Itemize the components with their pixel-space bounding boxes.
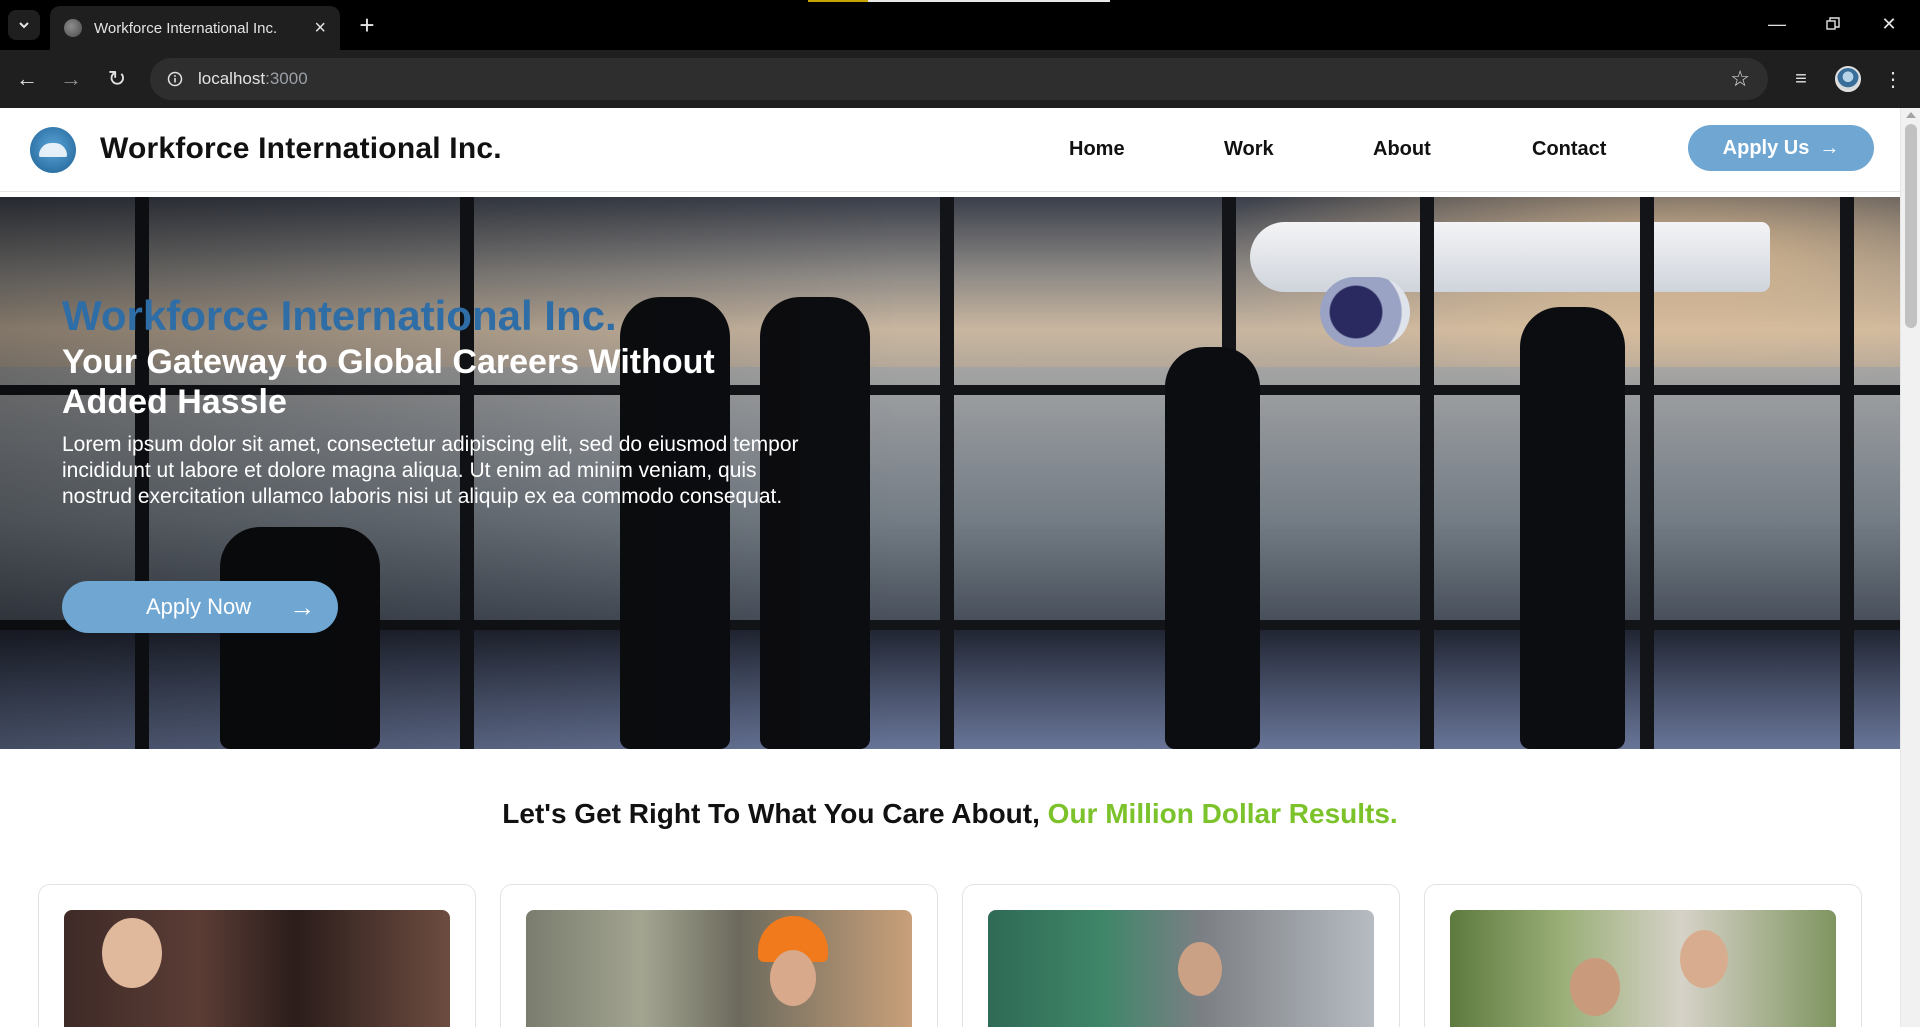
- results-heading-accent: Our Million Dollar Results.: [1047, 798, 1398, 829]
- arrow-left-icon: ←: [16, 66, 38, 91]
- tabstrip-indicator-light: [868, 0, 1110, 2]
- arrow-right-icon: →: [60, 66, 82, 91]
- close-window-button[interactable]: ✕: [1866, 8, 1912, 40]
- browser-toolbar: ← → ↻ localhost:3000 ☆ ≡ ⋮: [0, 50, 1920, 108]
- site-header: Workforce International Inc. Home Work A…: [0, 108, 1900, 192]
- hero-content: Workforce International Inc. Your Gatewa…: [62, 292, 802, 510]
- nav-work[interactable]: Work: [1224, 138, 1274, 161]
- tab-title: Workforce International Inc.: [94, 19, 278, 37]
- portrait-face: [1680, 930, 1728, 988]
- forward-button[interactable]: →: [56, 64, 86, 94]
- minimize-button[interactable]: —: [1754, 8, 1800, 40]
- brand-name[interactable]: Workforce International Inc.: [100, 132, 502, 166]
- card-image-machinist: [988, 910, 1374, 1027]
- bookmark-star-icon[interactable]: ☆: [1730, 66, 1750, 92]
- window-frame: [1840, 197, 1854, 749]
- window-frame: [1640, 197, 1654, 749]
- apply-us-button[interactable]: Apply Us →: [1688, 125, 1874, 171]
- apply-now-button[interactable]: Apply Now →: [62, 581, 338, 633]
- logo-people-icon: [39, 143, 67, 157]
- url-port: :3000: [265, 69, 308, 88]
- nav-about[interactable]: About: [1373, 138, 1431, 161]
- more-vertical-icon: ⋮: [1883, 68, 1903, 91]
- arrow-right-icon: →: [1819, 136, 1840, 159]
- address-bar[interactable]: localhost:3000 ☆: [150, 58, 1768, 100]
- browser-menu-button[interactable]: ⋮: [1878, 64, 1908, 94]
- hero-kicker: Workforce International Inc.: [62, 292, 617, 339]
- tab-search-button[interactable]: [8, 10, 40, 40]
- restore-icon: [1826, 17, 1840, 30]
- url-host: localhost: [198, 69, 266, 88]
- profile-button[interactable]: [1833, 64, 1863, 94]
- reload-icon: ↻: [107, 66, 127, 91]
- avatar: [1835, 66, 1861, 92]
- minimize-icon: —: [1768, 13, 1786, 34]
- page-viewport: Workforce International Inc. Home Work A…: [0, 108, 1920, 1027]
- plus-icon: +: [359, 9, 375, 40]
- page-scrollbar[interactable]: [1900, 108, 1920, 1027]
- card-image-businesswoman: [64, 910, 450, 1027]
- result-card[interactable]: [1424, 884, 1862, 1027]
- company-logo[interactable]: [30, 127, 76, 173]
- traveler-silhouette: [1165, 347, 1260, 749]
- airplane-image: [1250, 222, 1770, 292]
- window-frame: [1420, 197, 1434, 749]
- queue-music-icon: ≡: [1795, 67, 1807, 90]
- apply-now-label: Apply Now: [146, 594, 252, 619]
- restore-button[interactable]: [1810, 8, 1856, 40]
- result-card[interactable]: [38, 884, 476, 1027]
- result-card[interactable]: [500, 884, 938, 1027]
- scroll-up-arrow-icon[interactable]: [1906, 112, 1916, 118]
- nav-home[interactable]: Home: [1069, 138, 1125, 161]
- card-image-caregiver: [1450, 910, 1836, 1027]
- reload-button[interactable]: ↻: [102, 64, 132, 94]
- browser-tabstrip: Workforce International Inc. × + — ✕: [0, 0, 1920, 50]
- new-tab-button[interactable]: +: [352, 10, 382, 40]
- back-button[interactable]: ←: [12, 64, 42, 94]
- apply-us-label: Apply Us: [1722, 136, 1810, 159]
- hero-title: Your Gateway to Global Careers Without A…: [62, 343, 715, 421]
- arrow-right-icon: →: [289, 591, 316, 622]
- chevron-down-icon: [19, 22, 29, 29]
- site-info-icon[interactable]: [162, 66, 188, 92]
- browser-tab-active[interactable]: Workforce International Inc. ×: [50, 6, 340, 50]
- media-controls-button[interactable]: ≡: [1786, 64, 1816, 94]
- portrait-face: [1178, 942, 1222, 996]
- hero-description: Lorem ipsum dolor sit amet, consectetur …: [62, 433, 799, 508]
- close-icon: ✕: [1881, 13, 1897, 34]
- card-image-electrician: [526, 910, 912, 1027]
- globe-icon: [64, 19, 82, 37]
- results-heading: Let's Get Right To What You Care About, …: [0, 798, 1900, 830]
- tabstrip-indicator: [808, 0, 868, 2]
- url-text: localhost:3000: [198, 69, 308, 89]
- hero-banner: Workforce International Inc. Your Gatewa…: [0, 197, 1900, 749]
- close-icon[interactable]: ×: [314, 18, 326, 38]
- results-heading-text: Let's Get Right To What You Care About,: [502, 798, 1048, 829]
- portrait-face: [102, 918, 162, 988]
- scrollbar-thumb[interactable]: [1905, 124, 1917, 328]
- result-card[interactable]: [962, 884, 1400, 1027]
- airplane-engine: [1320, 277, 1410, 347]
- traveler-silhouette: [1520, 307, 1625, 749]
- portrait-face: [770, 950, 816, 1006]
- nav-contact[interactable]: Contact: [1532, 138, 1606, 161]
- portrait-face: [1570, 958, 1620, 1016]
- window-frame: [940, 197, 954, 749]
